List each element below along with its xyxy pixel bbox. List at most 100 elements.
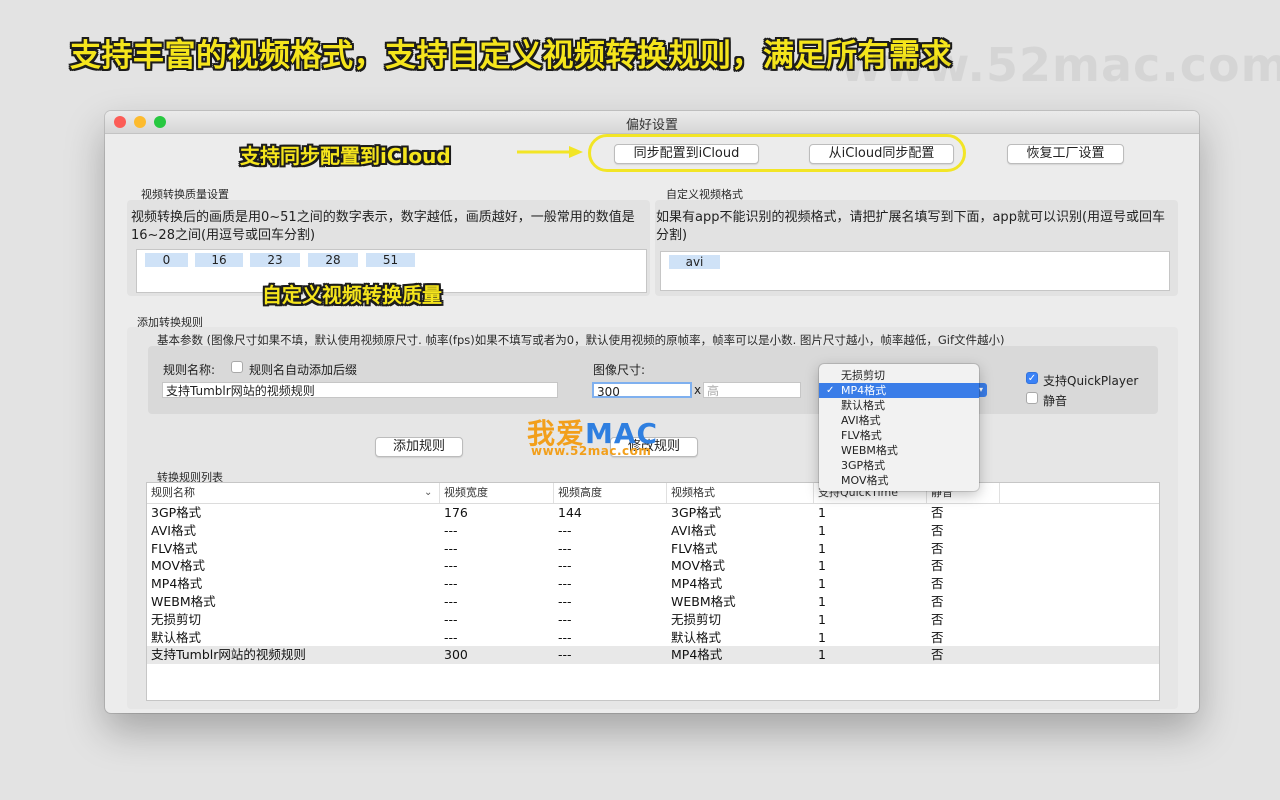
column-header-format[interactable]: 视频格式 [667,483,814,503]
table-header: 规则名称 ⌄ 视频宽度 视频高度 视频格式 支持QuickTime 静音 [147,483,1159,504]
format-menu-item[interactable]: 默认格式 [819,398,979,413]
table-cell: 1 [818,522,826,538]
table-cell: 1 [818,558,826,574]
format-menu-item[interactable]: ✓ MP4格式 [819,383,979,398]
table-cell: --- [444,611,458,627]
table-cell: --- [558,611,572,627]
table-row[interactable]: 无损剪切 --- --- 无损剪切 1 否 [147,611,1159,629]
table-cell: --- [444,576,458,592]
chevron-down-icon: ⌄ [424,487,433,498]
table-row[interactable]: 支持Tumblr网站的视频规则 300 --- MP4格式 1 否 [147,646,1159,665]
quality-token[interactable]: 28 [308,253,358,267]
table-cell: WEBM格式 [151,594,216,609]
quality-token[interactable]: 23 [250,253,300,267]
column-header-width[interactable]: 视频宽度 [440,483,554,503]
rules-table: 规则名称 ⌄ 视频宽度 视频高度 视频格式 支持QuickTime 静音 3GP… [146,482,1160,701]
table-cell: 否 [931,522,944,538]
auto-suffix-checkbox[interactable] [231,361,243,373]
table-cell: --- [444,540,458,556]
table-cell: --- [558,576,572,592]
table-cell: 1 [818,611,826,627]
auto-suffix-label: 规则名自动添加后缀 [249,363,358,377]
table-row[interactable]: MP4格式 --- --- MP4格式 1 否 [147,575,1159,593]
table-cell: 1 [818,647,826,663]
table-cell: --- [558,594,572,609]
table-cell: 否 [931,647,944,663]
table-row[interactable]: 3GP格式 176 144 3GP格式 1 否 [147,504,1159,522]
table-cell: WEBM格式 [671,594,736,609]
table-cell: --- [444,594,458,609]
sync-from-icloud-button[interactable]: 从iCloud同步配置 [809,144,954,164]
table-cell: --- [444,522,458,538]
table-cell: MOV格式 [671,558,725,574]
format-menu-item[interactable]: MOV格式 [819,473,979,488]
format-menu-item[interactable]: FLV格式 [819,428,979,443]
column-header-height[interactable]: 视频高度 [554,483,667,503]
quality-callout: 自定义视频转换质量 [262,283,442,307]
add-rule-button[interactable]: 添加规则 [375,437,463,457]
quickplayer-label: 支持QuickPlayer [1043,374,1139,388]
table-cell: MP4格式 [671,647,723,663]
sync-callout: 支持同步配置到iCloud [240,144,451,168]
table-cell: 支持Tumblr网站的视频规则 [151,647,306,663]
width-input[interactable]: 300 [592,382,692,399]
format-menu-item[interactable]: AVI格式 [819,413,979,428]
quality-description: 视频转换后的画质是用0~51之间的数字表示，数字越低，画质越好，一般常用的数值是… [131,210,635,243]
image-size-label: 图像尺寸: [593,363,646,377]
table-row[interactable]: WEBM格式 --- --- WEBM格式 1 否 [147,593,1159,611]
quality-token[interactable]: 0 [145,253,188,267]
table-cell: 1 [818,594,826,609]
table-cell: 3GP格式 [151,505,202,520]
arrow-right-icon [517,146,583,158]
format-menu-item[interactable]: 无损剪切 [819,368,979,383]
table-cell: 默认格式 [671,629,722,645]
format-menu-item[interactable]: WEBM格式 [819,443,979,458]
height-input[interactable]: 高 [703,382,801,398]
table-cell: 3GP格式 [671,505,722,520]
table-cell: 否 [931,540,944,556]
column-header-rule-name[interactable]: 规则名称 ⌄ [147,483,440,503]
table-cell: 144 [558,505,582,520]
checkmark-icon: ✓ [826,385,835,396]
rule-name-input[interactable]: 支持Tumblr网站的视频规则 [162,382,558,398]
table-cell: 1 [818,576,826,592]
table-cell: 1 [818,629,826,645]
table-cell: 无损剪切 [151,611,202,627]
format-popup-menu[interactable]: 无损剪切 ✓ MP4格式 默认格式 AVI格式 FLV格式 WEBM格式 3GP格式 MOV格式 [819,364,979,491]
table-cell: MP4格式 [671,576,723,592]
quality-token[interactable]: 51 [366,253,415,267]
table-cell: --- [444,629,458,645]
table-cell: --- [558,522,572,538]
window-title: 偏好设置 [625,118,678,133]
sync-to-icloud-button[interactable]: 同步配置到iCloud [614,144,759,164]
table-row[interactable]: MOV格式 --- --- MOV格式 1 否 [147,557,1159,575]
table-cell: 1 [818,505,826,520]
mute-label: 静音 [1043,394,1068,408]
format-token[interactable]: avi [669,255,720,269]
table-cell: 176 [444,505,468,520]
table-cell: 无损剪切 [671,611,722,627]
table-cell: 否 [931,558,944,574]
table-cell: 否 [931,505,944,520]
custom-format-field[interactable]: avi [660,251,1170,291]
times-sign: x [694,383,702,397]
watermark-url: www.52mac.com [531,444,652,458]
table-cell: AVI格式 [671,522,716,538]
table-cell: MOV格式 [151,558,205,574]
table-row[interactable]: 默认格式 --- --- 默认格式 1 否 [147,629,1159,647]
factory-reset-button[interactable]: 恢复工厂设置 [1007,144,1124,164]
table-cell: 否 [931,611,944,627]
table-cell: 否 [931,576,944,592]
table-cell: 300 [444,647,468,663]
promo-banner: 支持丰富的视频格式，支持自定义视频转换规则，满足所有需求 [70,38,952,74]
quickplayer-checkbox[interactable]: ✓ [1026,372,1038,384]
format-menu-item[interactable]: 3GP格式 [819,458,979,473]
mute-checkbox[interactable] [1026,392,1038,404]
table-cell: FLV格式 [151,540,198,556]
table-cell: --- [558,629,572,645]
table-row[interactable]: FLV格式 --- --- FLV格式 1 否 [147,540,1159,558]
quality-token[interactable]: 16 [195,253,243,267]
title-bar[interactable]: 偏好设置 [105,111,1199,134]
table-cell: MP4格式 [151,576,203,592]
table-row[interactable]: AVI格式 --- --- AVI格式 1 否 [147,522,1159,540]
